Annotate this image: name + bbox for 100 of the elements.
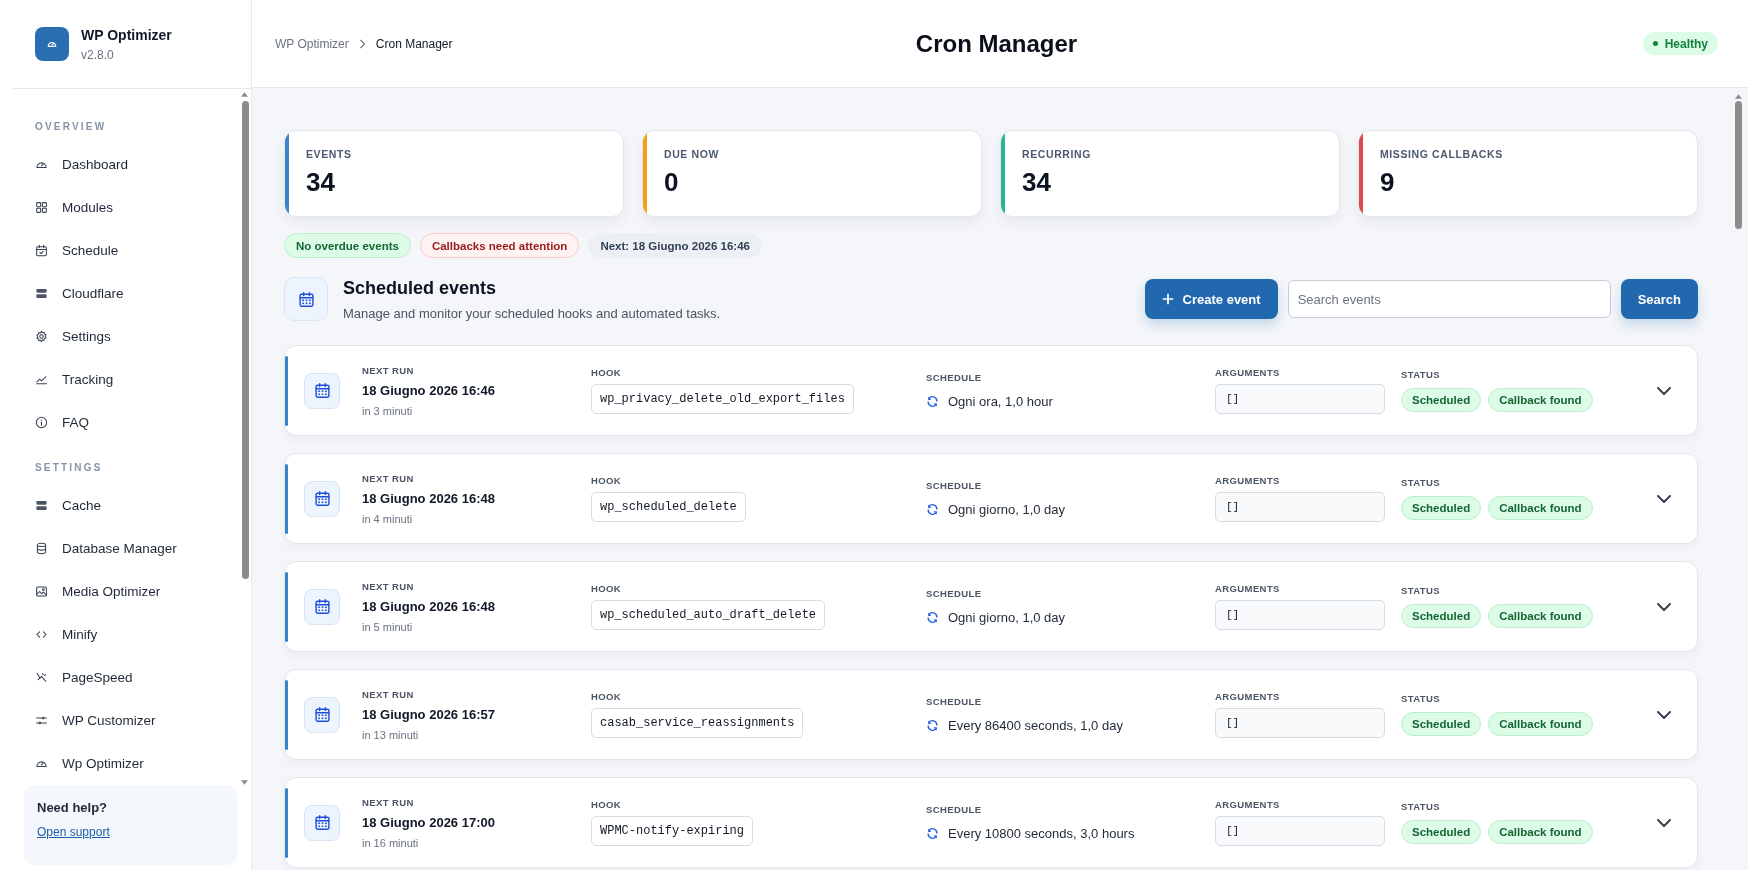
calendar-icon [304, 588, 340, 625]
column-label: NEXT RUN [362, 580, 415, 592]
support-link[interactable]: Open support [37, 825, 110, 839]
search-field[interactable]: Search events [1287, 280, 1611, 318]
search-button[interactable]: Search [1620, 279, 1698, 319]
column-label: SCHEDULE [926, 696, 983, 707]
arguments-field: [] [1215, 816, 1385, 846]
column-label: HOOK [591, 799, 623, 810]
line-chart-icon [35, 373, 48, 386]
schedule-text: Ogni ora, 1,0 hour [948, 394, 1053, 409]
status-badge: Callback found [1488, 496, 1593, 520]
status-badge: Scheduled [1401, 712, 1482, 736]
nav-item[interactable]: Media Optimizer [24, 570, 237, 613]
hook-name: wp_privacy_delete_old_export_files [591, 384, 854, 414]
column-label: STATUS [1401, 801, 1441, 812]
relative-time: in 4 minuti [362, 512, 414, 525]
accent-bar [285, 679, 288, 750]
notice-pill: Next: 18 Giugno 2026 16:46 [588, 233, 762, 258]
scrollbar-thumb[interactable] [1735, 101, 1742, 229]
nav-item[interactable]: Dashboard [24, 143, 237, 186]
column-label: SCHEDULE [926, 372, 983, 383]
column-label: NEXT RUN [362, 796, 415, 808]
refresh-icon [926, 611, 939, 624]
stat-label: MISSING CALLBACKS [1380, 148, 1503, 160]
column-label: ARGUMENTS [1215, 367, 1281, 378]
chevron-down-icon[interactable] [1657, 818, 1671, 827]
breadcrumb-link[interactable]: WP Optimizer [275, 36, 349, 51]
page-title: Cron Manager [915, 29, 1078, 58]
accent-bar [285, 571, 288, 642]
schedule-text: Ogni giorno, 1,0 day [948, 502, 1066, 517]
server-icon [35, 287, 48, 300]
nav-item[interactable]: Modules [24, 186, 237, 229]
hook-name: wp_scheduled_auto_draft_delete [591, 600, 826, 630]
chevron-down-icon[interactable] [1657, 494, 1671, 503]
brand-name: WP Optimizer [81, 26, 172, 43]
scrollbar-thumb[interactable] [242, 101, 249, 579]
column-label: HOOK [591, 691, 623, 702]
chevron-down-icon[interactable] [1657, 602, 1671, 611]
stat-label: RECURRING [1022, 148, 1091, 160]
nav-item[interactable]: Cache [24, 484, 237, 527]
accent-bar [285, 355, 288, 426]
create-event-button[interactable]: Create event [1144, 279, 1278, 319]
nav-item[interactable]: WP Customizer [24, 699, 237, 742]
column-label: HOOK [591, 367, 623, 378]
nav-item[interactable]: Minify [24, 613, 237, 656]
status-badge: Scheduled [1401, 604, 1482, 628]
nav-item[interactable]: PageSpeed [24, 656, 237, 699]
gauge-icon [35, 27, 69, 61]
nav-item[interactable]: Cloudflare [24, 272, 237, 315]
server-icon [35, 499, 48, 512]
column-label: ARGUMENTS [1215, 475, 1281, 486]
nav-item[interactable]: Database Manager [24, 527, 237, 570]
column-label: STATUS [1401, 369, 1441, 380]
info-icon [35, 416, 48, 429]
arguments-field: [] [1215, 708, 1385, 738]
column-label: NEXT RUN [362, 472, 415, 484]
relative-time: in 5 minuti [362, 620, 414, 633]
status-badge: Callback found [1488, 388, 1593, 412]
scroll-down-arrow-icon[interactable] [241, 780, 248, 785]
nav-item[interactable]: Schedule [24, 229, 237, 272]
column-label: STATUS [1401, 477, 1441, 488]
image-icon [35, 585, 48, 598]
column-label: SCHEDULE [926, 588, 983, 599]
relative-time: in 16 minuti [362, 836, 420, 849]
calendar-icon [304, 696, 340, 733]
column-label: HOOK [591, 583, 623, 594]
arguments-field: [] [1215, 492, 1385, 522]
status-badge: Callback found [1488, 820, 1593, 844]
status-badge: Scheduled [1401, 820, 1482, 844]
notice-pill: No overdue events [284, 233, 411, 258]
calendar-icon [304, 372, 340, 409]
scroll-up-arrow-icon[interactable] [241, 92, 248, 97]
column-label: NEXT RUN [362, 364, 415, 376]
column-label: SCHEDULE [926, 480, 983, 491]
panel-subtitle: Manage and monitor your scheduled hooks and automated tasks. [343, 305, 721, 321]
hook-name: WPMC-notify-expiring [591, 816, 754, 846]
column-label: STATUS [1401, 693, 1441, 704]
accent-bar [285, 463, 288, 534]
schedule-text: Every 10800 seconds, 3,0 hours [948, 826, 1135, 841]
gear-icon [35, 330, 48, 343]
nav-item[interactable]: Wp Optimizer [24, 742, 237, 785]
hook-name: wp_scheduled_delete [591, 492, 746, 522]
panel-title: Scheduled events [343, 277, 498, 299]
column-label: ARGUMENTS [1215, 799, 1281, 810]
column-label: ARGUMENTS [1215, 691, 1281, 702]
next-run-date: 18 Giugno 2026 16:48 [362, 490, 496, 506]
nav-item[interactable]: Settings [24, 315, 237, 358]
nav-item[interactable]: Tracking [24, 358, 237, 401]
calendar-icon [304, 480, 340, 517]
nav-item[interactable]: FAQ [24, 401, 237, 444]
column-label: HOOK [591, 475, 623, 486]
next-run-date: 18 Giugno 2026 17:00 [362, 814, 496, 830]
chevron-down-icon[interactable] [1657, 710, 1671, 719]
chevron-down-icon[interactable] [1657, 386, 1671, 395]
column-label: ARGUMENTS [1215, 583, 1281, 594]
schedule-text: Ogni giorno, 1,0 day [948, 610, 1066, 625]
hook-name: casab_service_reassignments [591, 708, 804, 738]
scroll-up-arrow-icon[interactable] [1735, 94, 1742, 99]
sliders-icon [35, 714, 48, 727]
health-label: Healthy [1664, 36, 1708, 51]
